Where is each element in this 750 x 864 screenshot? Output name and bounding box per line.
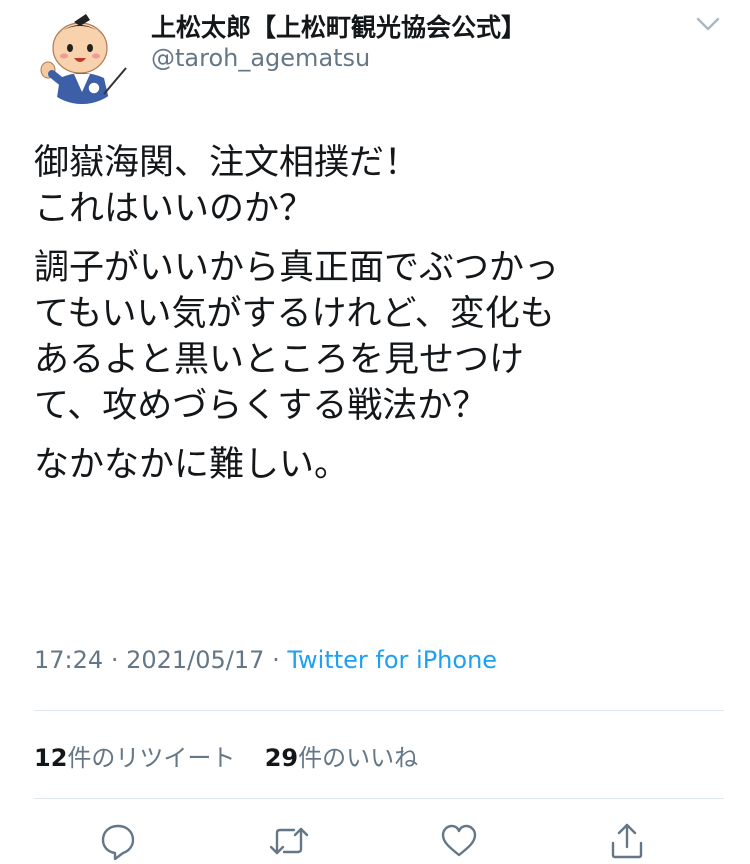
avatar[interactable] [34,8,130,104]
tweet-text: 御嶽海関、注文相撲だ！ これはいいのか？ 調子がいいから真正面でぶつかっ てもい… [34,140,724,488]
tweet-actions [0,818,750,864]
tweet-paragraph: 調子がいいから真正面でぶつかっ てもいい気がするけれど、変化も あるよと黒いとこ… [34,248,560,426]
retweet-button[interactable] [266,818,312,864]
retweets-count: 12 [34,744,68,772]
tweet-source-link[interactable]: Twitter for iPhone [287,646,497,674]
mascot-avatar-image [34,8,130,104]
likes-label: 件のいいね [298,744,419,772]
heart-icon [441,824,477,857]
likes-count: 29 [264,744,299,772]
like-button[interactable] [436,818,482,864]
tweet-header: 上松太郎【上松町観光協会公式】 @taroh_agematsu [0,0,750,104]
retweets-stat[interactable]: 12件のリツイート [34,744,235,772]
user-handle[interactable]: @taroh_agematsu [151,44,370,72]
reply-icon [101,824,135,861]
display-name[interactable]: 上松太郎【上松町観光協会公式】 [151,8,526,44]
chevron-down-icon[interactable] [694,12,722,36]
likes-stat[interactable]: 29件のいいね [265,744,418,772]
tweet-paragraph: 御嶽海関、注文相撲だ！ これはいいのか？ [34,143,420,229]
divider [34,798,724,799]
share-button[interactable] [604,818,650,864]
tweet-meta: 17:24 · 2021/05/17 · Twitter for iPhone [34,646,497,674]
tweet-date: 2021/05/17 [126,646,265,674]
retweet-icon [269,827,309,855]
meta-separator: · [110,646,119,674]
reply-button[interactable] [95,818,141,864]
tweet-time: 17:24 [34,646,104,674]
tweet-paragraph: なかなかに難しい。 [34,445,350,485]
divider [34,710,724,711]
tweet-stats: 12件のリツイート 29件のいいね [34,738,418,773]
share-icon [611,823,643,859]
meta-separator: · [272,646,280,674]
retweets-label: 件のリツイート [67,744,236,772]
